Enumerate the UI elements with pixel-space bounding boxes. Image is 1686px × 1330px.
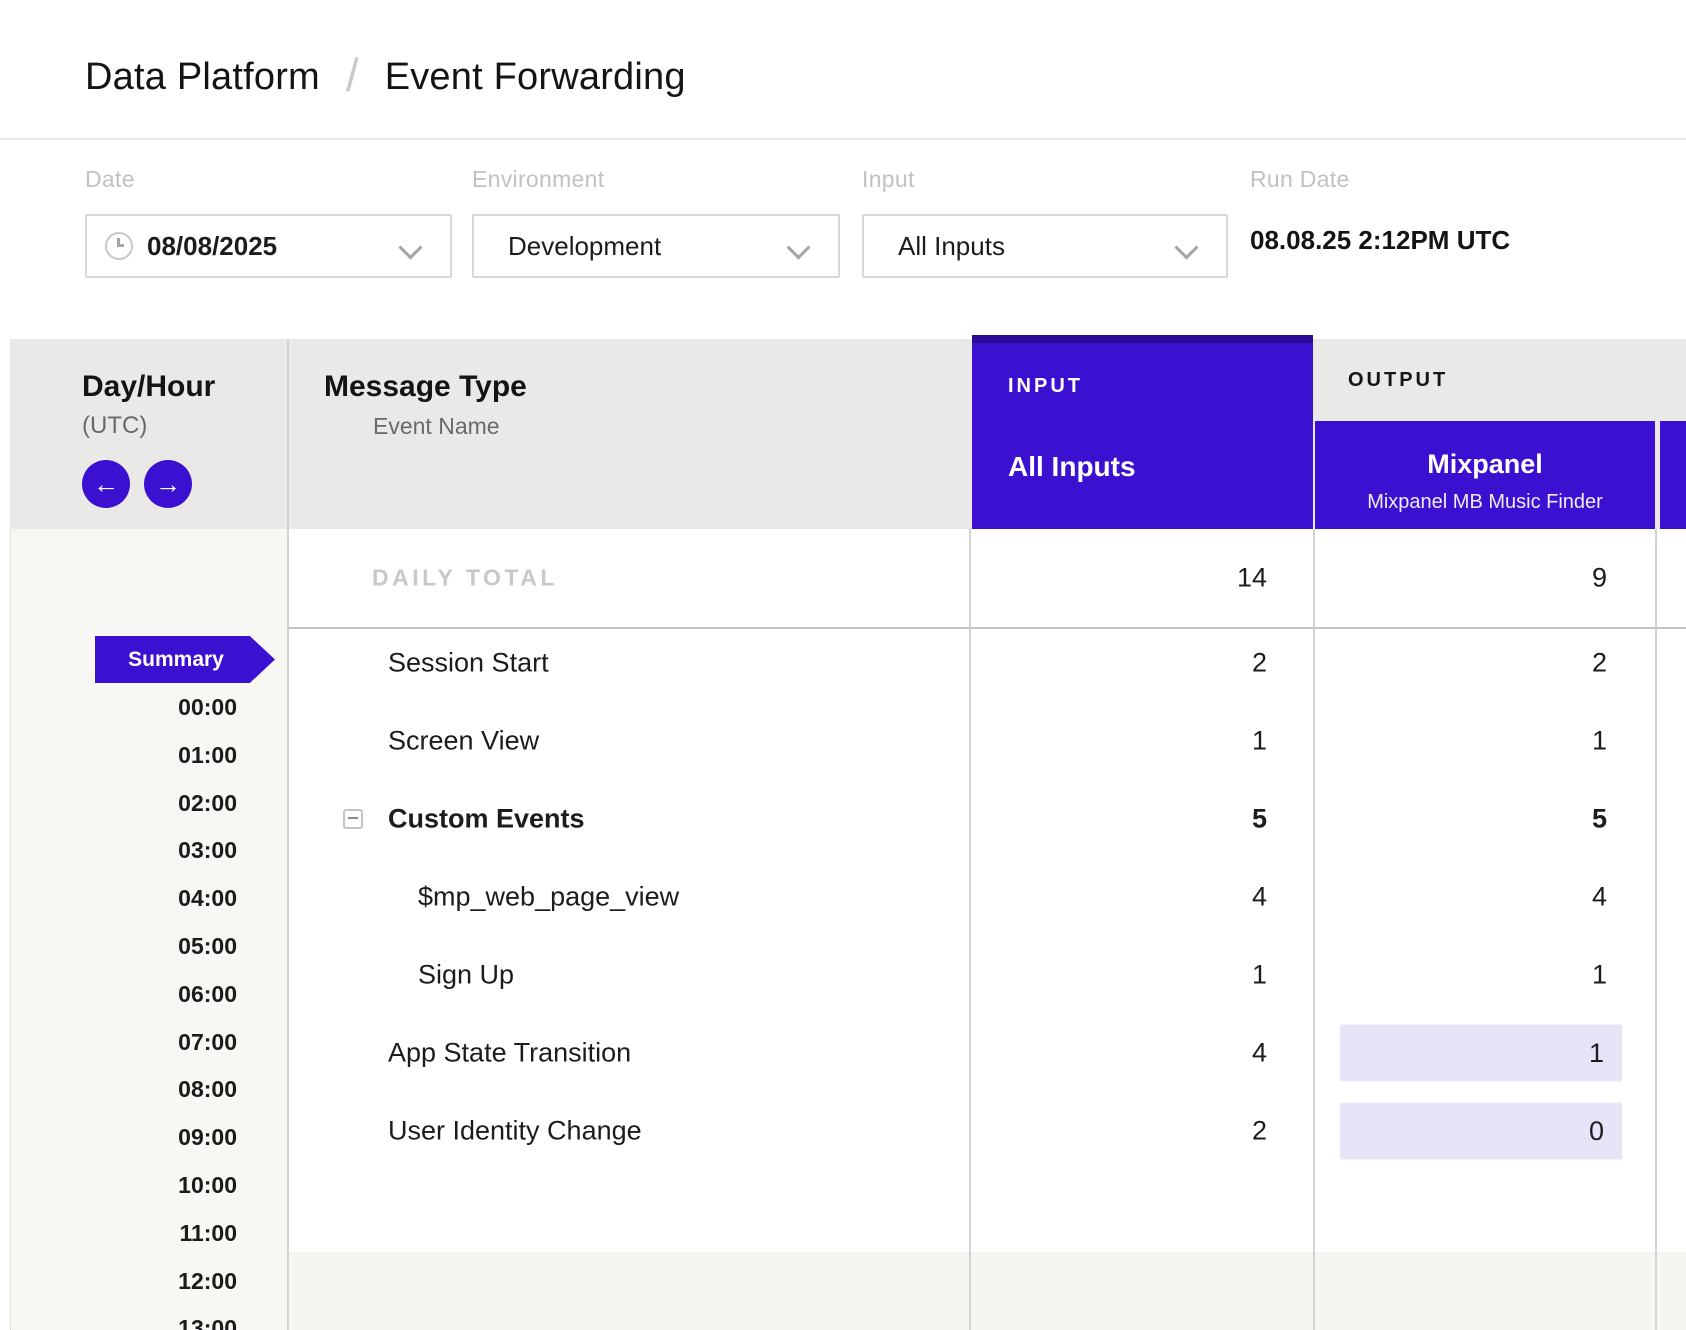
event-name-subtitle: Event Name xyxy=(373,413,500,440)
next-day-button[interactable]: → xyxy=(144,460,192,508)
output-group-label: OUTPUT xyxy=(1348,369,1448,392)
page-title: Event Forwarding xyxy=(385,56,686,99)
row-label: $mp_web_page_view xyxy=(418,882,679,913)
summary-label: Summary xyxy=(128,648,224,672)
input-cell-value: 1 xyxy=(1252,960,1267,991)
table-row: App State Transition 4 1 xyxy=(0,1014,1686,1092)
daily-total-row: DAILY TOTAL 14 9 xyxy=(288,529,1686,627)
output-cell-value: 5 xyxy=(1592,804,1607,835)
output-cell-value: 0 xyxy=(1589,1116,1604,1147)
table-row: Screen View 1 1 xyxy=(0,702,1686,780)
next-output-column-partial xyxy=(1660,421,1686,529)
hour-row-label[interactable]: 08:00 xyxy=(0,1076,237,1106)
input-column-header: INPUT All Inputs xyxy=(972,335,1313,529)
run-date-label: Run Date xyxy=(1250,166,1350,193)
hour-row-label[interactable]: 10:00 xyxy=(0,1172,237,1202)
arrow-right-icon: → xyxy=(155,471,181,497)
hour-row-label[interactable]: 11:00 xyxy=(0,1220,237,1250)
row-label: App State Transition xyxy=(388,1038,631,1069)
hour-row-label[interactable]: 01:00 xyxy=(0,742,237,772)
day-hour-timezone: (UTC) xyxy=(82,412,147,440)
output-cell-value: 2 xyxy=(1592,648,1607,679)
chevron-down-icon xyxy=(400,231,424,255)
output-cell-value: 1 xyxy=(1592,726,1607,757)
hour-row-label[interactable]: 07:00 xyxy=(0,1029,237,1059)
day-hour-column-title: Day/Hour xyxy=(82,370,215,404)
input-cell-value: 4 xyxy=(1252,1038,1267,1069)
date-dropdown-value: 08/08/2025 xyxy=(147,231,277,262)
top-bar: Data Platform / Event Forwarding xyxy=(0,0,1686,140)
environment-dropdown-value: Development xyxy=(508,231,661,262)
table-row: Custom Events 5 5 xyxy=(0,780,1686,858)
message-type-column-title: Message Type xyxy=(324,370,527,404)
output-column-header: Mixpanel Mixpanel MB Music Finder xyxy=(1315,421,1655,529)
summary-row-badge[interactable]: Summary xyxy=(95,636,275,683)
hour-row-label[interactable]: 04:00 xyxy=(0,885,237,915)
input-cell-value: 5 xyxy=(1252,804,1267,835)
input-cell-value: 4 xyxy=(1252,882,1267,913)
output-cell-highlighted[interactable]: 1 xyxy=(1340,1025,1622,1082)
output-cell-value: 1 xyxy=(1592,960,1607,991)
environment-filter-label: Environment xyxy=(472,166,604,193)
input-column-name: All Inputs xyxy=(1008,451,1136,483)
collapse-minus-icon[interactable] xyxy=(343,809,363,829)
input-cell-value: 2 xyxy=(1252,1116,1267,1147)
row-label: User Identity Change xyxy=(388,1116,642,1147)
output-cell-highlighted[interactable]: 0 xyxy=(1340,1103,1622,1160)
hour-row-label[interactable]: 13:00 xyxy=(0,1315,237,1330)
input-cell-value: 1 xyxy=(1252,726,1267,757)
daily-total-label: DAILY TOTAL xyxy=(372,565,558,592)
table-row: User Identity Change 2 0 xyxy=(0,1092,1686,1170)
environment-dropdown[interactable]: Development xyxy=(472,214,840,278)
hour-row-label[interactable]: 06:00 xyxy=(0,981,237,1011)
output-column-name: Mixpanel xyxy=(1315,449,1655,480)
row-label: Session Start xyxy=(388,648,549,679)
row-label: Screen View xyxy=(388,726,539,757)
run-date-value: 08.08.25 2:12PM UTC xyxy=(1250,225,1510,256)
hour-row-label[interactable]: 05:00 xyxy=(0,933,237,963)
filter-bar: Date Environment Input Run Date 08/08/20… xyxy=(0,140,1686,339)
previous-day-button[interactable]: ← xyxy=(82,460,130,508)
date-dropdown[interactable]: 08/08/2025 xyxy=(85,214,452,278)
output-column-subtitle: Mixpanel MB Music Finder xyxy=(1315,491,1655,514)
daily-total-output-value: 9 xyxy=(1592,563,1607,594)
chevron-down-icon xyxy=(788,231,812,255)
hour-row-label[interactable]: 02:00 xyxy=(0,790,237,820)
hour-row-label[interactable]: 09:00 xyxy=(0,1124,237,1154)
hour-row-label[interactable]: 00:00 xyxy=(0,694,237,724)
chevron-down-icon xyxy=(1176,231,1200,255)
table-bottom-band xyxy=(288,1252,1686,1330)
breadcrumb-section[interactable]: Data Platform xyxy=(85,56,320,99)
output-cell-value: 4 xyxy=(1592,882,1607,913)
input-dropdown[interactable]: All Inputs xyxy=(862,214,1228,278)
table-row: $mp_web_page_view 4 4 xyxy=(0,858,1686,936)
table-row: Sign Up 1 1 xyxy=(0,936,1686,1014)
input-dropdown-value: All Inputs xyxy=(898,231,1005,262)
output-cell-value: 1 xyxy=(1589,1038,1604,1069)
input-filter-label: Input xyxy=(862,166,915,193)
hour-row-label[interactable]: 03:00 xyxy=(0,837,237,867)
arrow-left-icon: ← xyxy=(93,471,119,497)
row-label: Sign Up xyxy=(418,960,514,991)
breadcrumb-separator: / xyxy=(346,48,359,102)
hour-row-label[interactable]: 12:00 xyxy=(0,1268,237,1298)
input-cell-value: 2 xyxy=(1252,648,1267,679)
breadcrumb: Data Platform / Event Forwarding xyxy=(85,50,686,104)
row-label: Custom Events xyxy=(388,804,585,835)
input-column-accent-strip xyxy=(972,335,1313,343)
daily-total-input-value: 14 xyxy=(1237,563,1267,594)
date-filter-label: Date xyxy=(85,166,135,193)
input-group-label: INPUT xyxy=(1008,375,1083,398)
event-forwarding-page: Data Platform / Event Forwarding Date En… xyxy=(0,0,1686,1330)
clock-icon xyxy=(105,232,133,260)
